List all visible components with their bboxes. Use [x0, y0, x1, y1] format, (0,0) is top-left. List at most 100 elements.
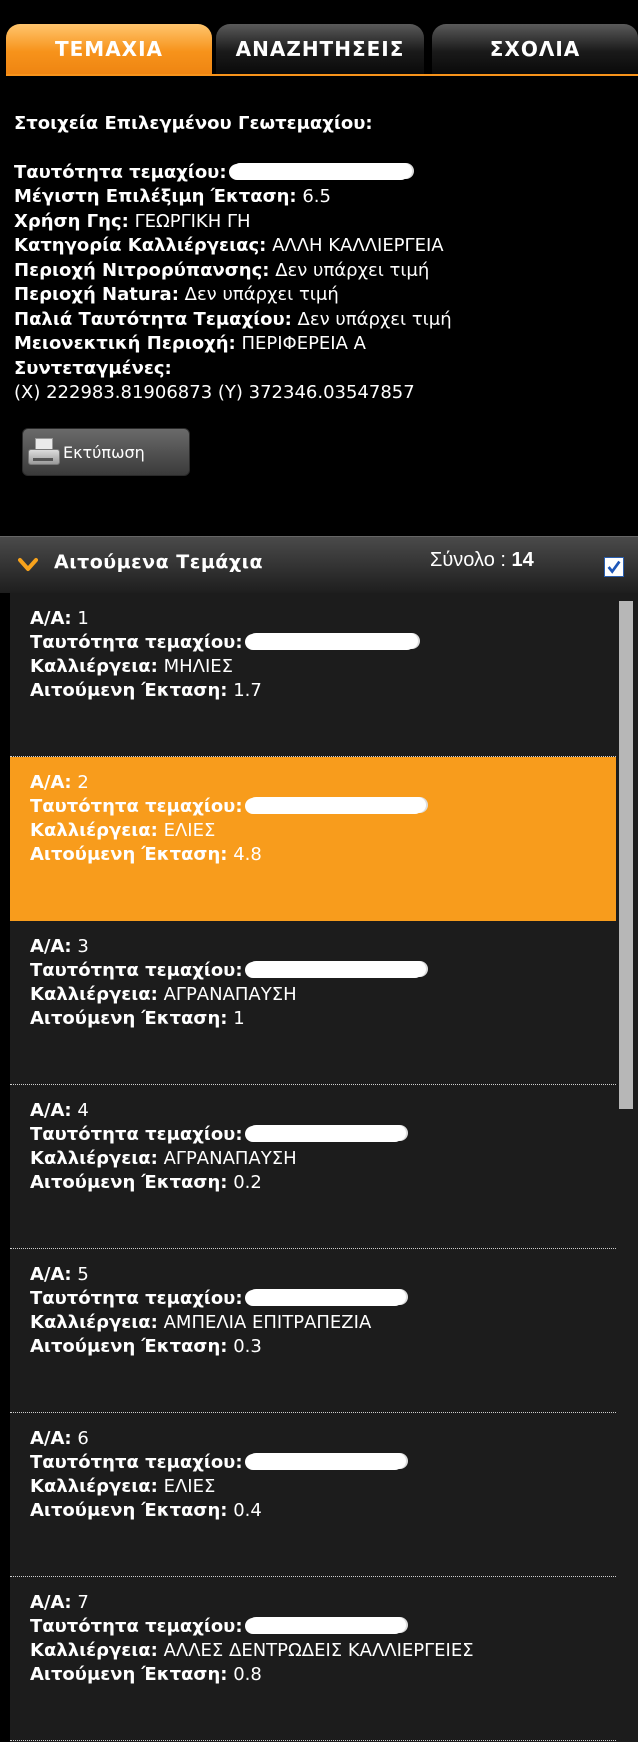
item-aa: 7: [77, 1592, 89, 1613]
item-area-row: Αιτούμενη Έκταση: 0.4: [30, 1499, 632, 1523]
item-aa-row: Α/Α: 3: [30, 935, 632, 959]
nitrate-label: Περιοχή Νιτρορύπανσης:: [14, 259, 270, 281]
check-icon: [607, 560, 621, 574]
item-area-label: Αιτούμενη Έκταση:: [30, 1336, 228, 1357]
item-crop-label: Καλλιέργεια:: [30, 1640, 158, 1661]
item-crop-row: Καλλιέργεια: ΜΗΛΙΕΣ: [30, 655, 632, 679]
print-label: Εκτύπωση: [63, 442, 145, 462]
item-area: 0.3: [233, 1336, 262, 1357]
item-crop-row: Καλλιέργεια: ΑΜΠΕΛΙΑ ΕΠΙΤΡΑΠΕΖΙΑ: [30, 1311, 632, 1335]
item-aa-row: Α/Α: 7: [30, 1591, 632, 1615]
total-label: Σύνολο :: [430, 549, 506, 571]
item-aa: 1: [77, 608, 89, 629]
item-crop-label: Καλλιέργεια:: [30, 1148, 158, 1169]
item-aa: 4: [77, 1100, 89, 1121]
item-id-label: Ταυτότητα τεμαχίου:: [30, 1452, 243, 1473]
item-crop-label: Καλλιέργεια:: [30, 984, 158, 1005]
tab-searches[interactable]: ΑΝΑΖΗΤΗΣΕΙΣ: [216, 24, 424, 74]
redacted-parcel-id: [232, 162, 413, 179]
item-area-label: Αιτούμενη Έκταση:: [30, 680, 228, 701]
tab-comments[interactable]: ΣΧΟΛΙΑ: [432, 24, 638, 74]
list-item[interactable]: Α/Α: 6 Ταυτότητα τεμαχίου: Καλλιέργεια: Ε…: [10, 1413, 632, 1577]
list-item[interactable]: Α/Α: 1 Ταυτότητα τεμαχίου: Καλλιέργεια: Μ…: [10, 593, 632, 757]
item-area-label: Αιτούμενη Έκταση:: [30, 1172, 228, 1193]
max-area-row: Μέγιστη Επιλέξιμη Έκταση: 6.5: [14, 185, 624, 210]
old-id-label: Παλιά Ταυτότητα Τεμαχίου:: [14, 308, 292, 330]
list-item[interactable]: Α/Α: 7 Ταυτότητα τεμαχίου: Καλλιέργεια: Α…: [10, 1577, 632, 1741]
natura-row: Περιοχή Natura: Δεν υπάρχει τιμή: [14, 283, 624, 308]
item-area-label: Αιτούμενη Έκταση:: [30, 1500, 228, 1521]
disadvantaged-label: Μειονεκτική Περιοχή:: [14, 333, 236, 354]
requested-parcels-header: Αιτούμενα Τεμάχια Σύνολο : 14: [0, 536, 638, 593]
item-crop: ΑΛΛΕΣ ΔΕΝΤΡΩΔΕΙΣ ΚΑΛΛΙΕΡΓΕΙΕΣ: [163, 1640, 474, 1661]
item-aa: 6: [77, 1428, 89, 1449]
max-area-value: 6.5: [302, 186, 331, 207]
item-area: 0.8: [233, 1664, 262, 1685]
item-aa-row: Α/Α: 2: [30, 771, 632, 795]
nitrate-row: Περιοχή Νιτρορύπανσης: Δεν υπάρχει τιμή: [14, 259, 624, 284]
item-area-label: Αιτούμενη Έκταση:: [30, 1664, 228, 1685]
tab-bar: ΤΕΜΑΧΙΑ ΑΝΑΖΗΤΗΣΕΙΣ ΣΧΟΛΙΑ: [6, 20, 638, 76]
scrollbar-thumb[interactable]: [619, 601, 633, 1109]
parcels-panel: ΤΕΜΑΧΙΑ ΑΝΑΖΗΤΗΣΕΙΣ ΣΧΟΛΙΑ Στοιχεία Επιλ…: [0, 0, 638, 1742]
item-area: 1: [233, 1008, 245, 1029]
coords-value: (X) 222983.81906873 (Y) 372346.03547857: [14, 382, 415, 403]
item-area-row: Αιτούμενη Έκταση: 0.3: [30, 1335, 632, 1359]
old-id-value: Δεν υπάρχει τιμή: [297, 308, 452, 330]
crop-category-value: ΑΛΛΗ ΚΑΛΛΙΕΡΓΕΙΑ: [272, 235, 444, 256]
item-area-row: Αιτούμενη Έκταση: 1.7: [30, 679, 632, 703]
item-id-row: Ταυτότητα τεμαχίου:: [30, 631, 632, 655]
tab-underline: [6, 74, 638, 76]
list-item[interactable]: Α/Α: 2 Ταυτότητα τεμαχίου: Καλλιέργεια: Ε…: [10, 757, 632, 921]
item-crop: ΑΓΡΑΝΑΠΑΥΣΗ: [163, 984, 297, 1005]
old-id-row: Παλιά Ταυτότητα Τεμαχίου: Δεν υπάρχει τι…: [14, 308, 624, 333]
item-area-label: Αιτούμενη Έκταση:: [30, 1008, 228, 1029]
section-title: Αιτούμενα Τεμάχια: [54, 551, 264, 573]
land-use-label: Χρήση Γης:: [14, 210, 129, 232]
coords-label-row: Συντεταγμένες:: [14, 357, 624, 382]
chevron-down-icon[interactable]: [18, 557, 38, 573]
list-item[interactable]: Α/Α: 5 Ταυτότητα τεμαχίου: Καλλιέργεια: Α…: [10, 1249, 632, 1413]
item-area: 0.2: [233, 1172, 262, 1193]
item-id-row: Ταυτότητα τεμαχίου:: [30, 1287, 632, 1311]
item-id-label: Ταυτότητα τεμαχίου:: [30, 960, 243, 981]
item-aa-label: Α/Α:: [30, 1100, 72, 1121]
list-item[interactable]: Α/Α: 4 Ταυτότητα τεμαχίου: Καλλιέργεια: Α…: [10, 1085, 632, 1249]
item-crop-row: Καλλιέργεια: ΑΛΛΕΣ ΔΕΝΤΡΩΔΕΙΣ ΚΑΛΛΙΕΡΓΕΙ…: [30, 1639, 632, 1663]
redacted-parcel-id: [248, 1289, 407, 1305]
item-area-row: Αιτούμενη Έκταση: 4.8: [30, 843, 632, 867]
item-aa-label: Α/Α:: [30, 608, 72, 629]
item-id-row: Ταυτότητα τεμαχίου:: [30, 1451, 632, 1475]
redacted-parcel-id: [248, 1617, 407, 1633]
item-crop: ΑΓΡΑΝΑΠΑΥΣΗ: [163, 1148, 297, 1169]
list-scrollbar[interactable]: [616, 593, 638, 1742]
land-use-row: Χρήση Γης: ΓΕΩΡΓΙΚΗ ΓΗ: [14, 210, 624, 235]
item-crop: ΑΜΠΕΛΙΑ ΕΠΙΤΡΑΠΕΖΙΑ: [163, 1312, 372, 1333]
item-id-row: Ταυτότητα τεμαχίου:: [30, 795, 632, 819]
tab-parcels[interactable]: ΤΕΜΑΧΙΑ: [6, 24, 212, 74]
item-crop: ΕΛΙΕΣ: [163, 820, 216, 841]
print-button[interactable]: Εκτύπωση: [22, 428, 190, 476]
parcel-details: Στοιχεία Επιλεγμένου Γεωτεμαχίου: Ταυτότ…: [14, 112, 624, 406]
item-aa-row: Α/Α: 6: [30, 1427, 632, 1451]
select-all-checkbox[interactable]: [604, 557, 624, 577]
item-crop-label: Καλλιέργεια:: [30, 1476, 158, 1497]
item-area-row: Αιτούμενη Έκταση: 0.2: [30, 1171, 632, 1195]
item-id-label: Ταυτότητα τεμαχίου:: [30, 1124, 243, 1145]
item-crop-row: Καλλιέργεια: ΕΛΙΕΣ: [30, 1475, 632, 1499]
item-crop: ΜΗΛΙΕΣ: [163, 656, 234, 677]
item-aa-label: Α/Α:: [30, 1592, 72, 1613]
parcel-id-label: Ταυτότητα τεμαχίου:: [14, 161, 227, 183]
redacted-parcel-id: [248, 797, 427, 813]
item-aa: 5: [77, 1264, 89, 1285]
item-id-label: Ταυτότητα τεμαχίου:: [30, 632, 243, 653]
crop-category-row: Κατηγορία Καλλιέργειας: ΑΛΛΗ ΚΑΛΛΙΕΡΓΕΙΑ: [14, 234, 624, 259]
printer-icon: [27, 437, 61, 467]
item-crop-label: Καλλιέργεια:: [30, 656, 158, 677]
item-id-label: Ταυτότητα τεμαχίου:: [30, 1616, 243, 1637]
natura-value: Δεν υπάρχει τιμή: [184, 284, 339, 305]
item-aa-label: Α/Α:: [30, 936, 72, 957]
item-id-label: Ταυτότητα τεμαχίου:: [30, 796, 243, 817]
list-item[interactable]: Α/Α: 3 Ταυτότητα τεμαχίου: Καλλιέργεια: Α…: [10, 921, 632, 1085]
coords-label: Συντεταγμένες:: [14, 357, 172, 379]
